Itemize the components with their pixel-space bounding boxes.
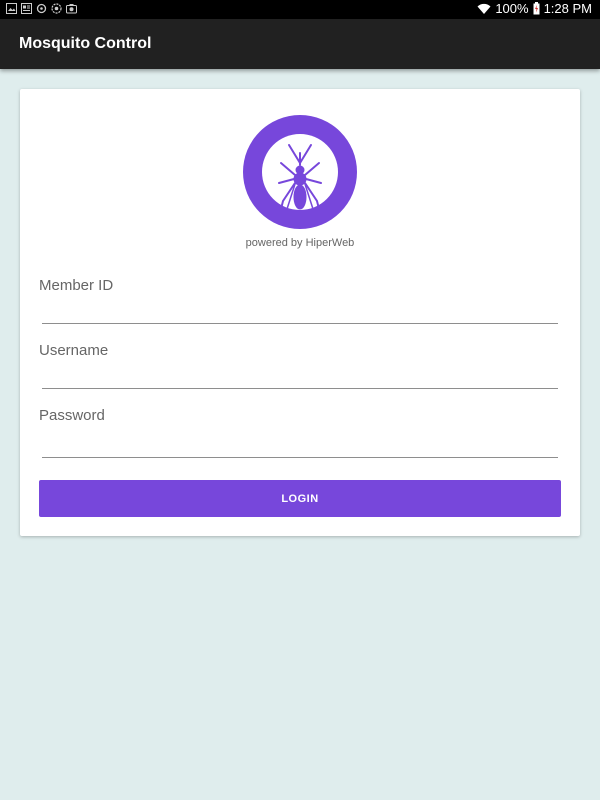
- login-button[interactable]: LOGIN: [39, 480, 561, 517]
- clock: 1:28 PM: [543, 1, 592, 16]
- notification-icons: [6, 3, 77, 14]
- mosquito-icon: [243, 115, 357, 229]
- battery-percent: 100%: [495, 1, 529, 16]
- news-icon: [21, 3, 32, 14]
- member-id-label: Member ID: [39, 277, 114, 294]
- password-label: Password: [39, 407, 105, 424]
- username-input[interactable]: [42, 365, 558, 389]
- battery-icon: [533, 2, 540, 15]
- powered-by-text: powered by HiperWeb: [245, 237, 355, 249]
- username-label: Username: [39, 342, 109, 359]
- camera-icon: [66, 4, 77, 14]
- status-bar: 100% 1:28 PM: [0, 0, 600, 19]
- status-right: 100% 1:28 PM: [477, 1, 592, 16]
- sync-icon: [36, 3, 47, 14]
- login-card: powered by HiperWeb Member ID Username P…: [20, 89, 580, 536]
- password-input[interactable]: [42, 434, 558, 458]
- image-icon: [6, 3, 17, 14]
- app-bar: Mosquito Control: [0, 19, 600, 69]
- app-title: Mosquito Control: [19, 35, 152, 52]
- wifi-icon: [477, 3, 491, 14]
- settings-icon: [51, 3, 62, 14]
- member-id-input[interactable]: [42, 300, 558, 324]
